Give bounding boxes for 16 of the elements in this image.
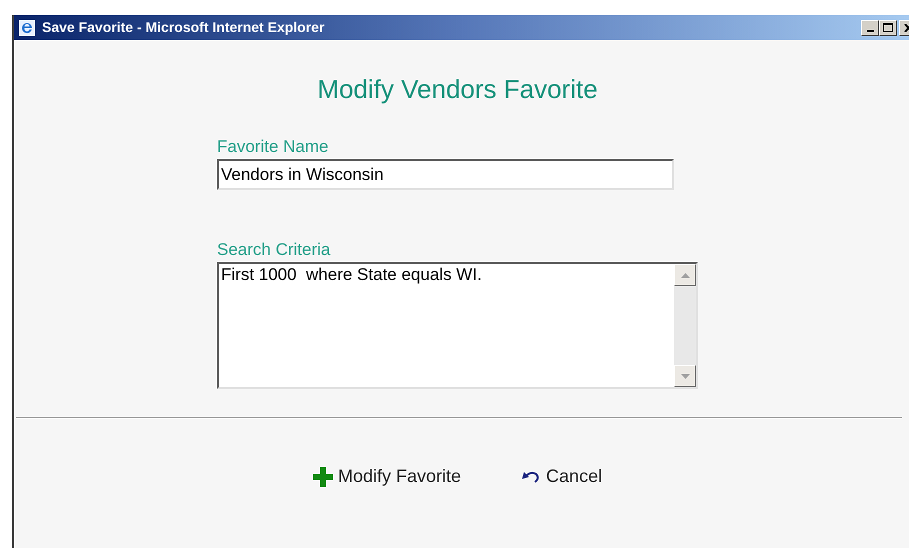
scroll-down-icon[interactable] bbox=[674, 365, 696, 387]
cancel-button[interactable]: Cancel bbox=[521, 463, 602, 490]
window-title: Save Favorite - Microsoft Internet Explorer bbox=[42, 18, 324, 37]
maximize-icon[interactable] bbox=[879, 20, 897, 36]
scrollbar[interactable] bbox=[674, 264, 696, 387]
browser-icon bbox=[18, 18, 36, 36]
undo-arrow-icon bbox=[521, 470, 542, 484]
scroll-up-icon[interactable] bbox=[674, 264, 696, 286]
favorite-name-field[interactable]: Vendors in Wisconsin bbox=[217, 159, 674, 190]
dialog-heading: Modify Vendors Favorite bbox=[317, 74, 598, 104]
modify-favorite-button[interactable]: Modify Favorite bbox=[313, 463, 462, 490]
field-label: Search Criteria bbox=[217, 240, 332, 260]
plus-icon bbox=[313, 466, 333, 486]
search-criteria-field[interactable]: First 1000 where State equals WI. bbox=[217, 262, 698, 389]
field-label: Favorite Name bbox=[217, 137, 330, 157]
minimize-icon[interactable] bbox=[861, 20, 879, 36]
